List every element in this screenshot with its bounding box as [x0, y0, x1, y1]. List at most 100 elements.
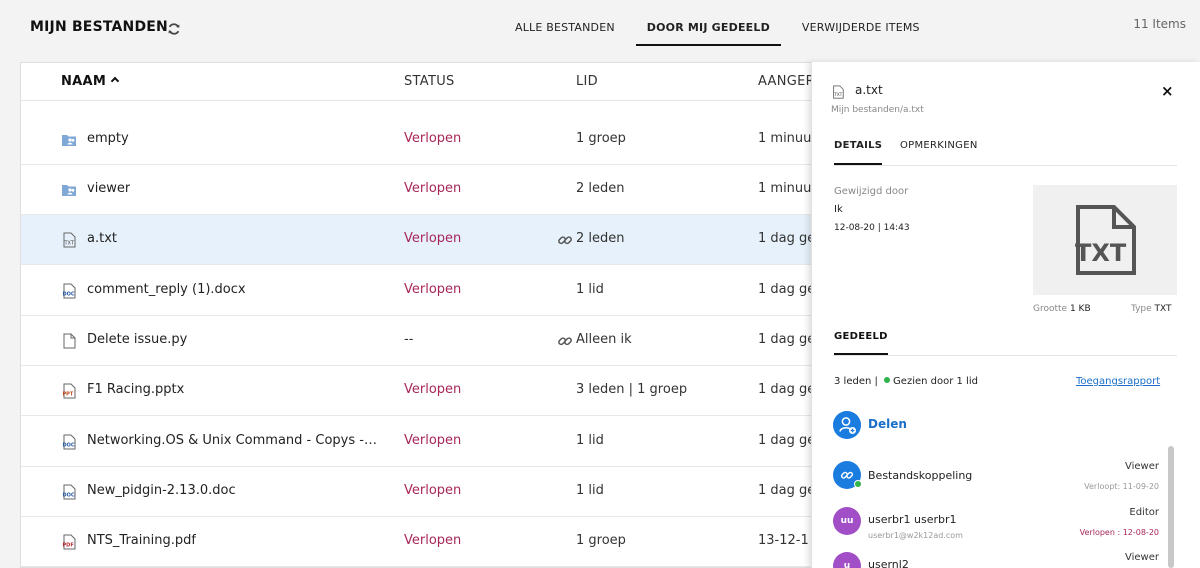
- panel-file-path: Mijn bestanden/a.txt: [831, 105, 924, 115]
- member-role[interactable]: Viewer: [1125, 552, 1159, 563]
- svg-text:DOC: DOC: [63, 493, 75, 499]
- file-name[interactable]: Delete issue.py: [87, 332, 187, 347]
- column-header-member[interactable]: LID: [576, 74, 598, 89]
- status-badge: Verlopen: [404, 433, 462, 448]
- status-badge: Verlopen: [404, 533, 462, 548]
- member-name: Bestandskoppeling: [868, 469, 973, 482]
- svg-text:PDF: PDF: [63, 543, 74, 549]
- table-row[interactable]: PDF NTS_Training.pdf Verlopen 1 groep 13…: [21, 517, 819, 567]
- created-date: 1 dag ge: [758, 282, 816, 297]
- add-user-icon[interactable]: [833, 411, 861, 439]
- member-count: 1 lid: [576, 483, 604, 498]
- details-panel: TXT a.txt Mijn bestanden/a.txt × DETAILS…: [811, 62, 1200, 568]
- created-date: 1 minuut: [758, 131, 817, 146]
- created-date: 1 dag ge: [758, 332, 816, 347]
- member-count: 1 groep: [576, 533, 626, 548]
- panel-file-name: a.txt: [855, 83, 883, 97]
- status-badge: --: [404, 332, 414, 347]
- status-badge: Verlopen: [404, 181, 462, 196]
- member-name: usernl2: [868, 558, 909, 568]
- table-row[interactable]: Delete issue.py -- Alleen ik 1 dag ge: [21, 316, 819, 366]
- svg-text:TXT: TXT: [833, 92, 843, 98]
- view-tabs: ALLE BESTANDEN DOOR MIJ GEDEELD VERWIJDE…: [500, 0, 931, 46]
- table-row[interactable]: DOC Networking.OS & Unix Command - Copys…: [21, 417, 819, 467]
- size-info: Grootte 1 KB: [1033, 304, 1091, 314]
- member-expiry: Verloopt: 11-09-20: [1084, 482, 1159, 491]
- svg-text:TXT: TXT: [1075, 239, 1127, 267]
- svg-text:TXT: TXT: [64, 241, 75, 247]
- file-name[interactable]: empty: [87, 131, 129, 146]
- members-summary: 3 leden | Gezien door 1 lid: [834, 376, 978, 387]
- column-header-created[interactable]: AANGER: [758, 74, 815, 89]
- table-row[interactable]: empty Verlopen 1 groep 1 minuut: [21, 115, 819, 165]
- file-preview: TXT: [1033, 185, 1177, 295]
- member-count: 2 leden: [576, 181, 625, 196]
- panel-scrollbar[interactable]: [1168, 446, 1174, 568]
- svg-text:DOC: DOC: [63, 443, 75, 449]
- table-row[interactable]: DOC New_pidgin-2.13.0.doc Verlopen 1 lid…: [21, 467, 819, 517]
- txt-file-icon: TXT: [63, 232, 76, 248]
- refresh-icon[interactable]: [167, 22, 181, 36]
- link-icon: [558, 337, 572, 346]
- txt-file-icon: TXT: [833, 85, 844, 99]
- table-header: NAAM STATUS LID AANGER: [21, 63, 819, 101]
- table-row-selected[interactable]: TXT a.txt Verlopen 2 leden 1 dag ge: [21, 215, 819, 265]
- member-item[interactable]: Bestandskoppeling Viewer Verloopt: 11-09…: [833, 461, 1159, 501]
- file-name[interactable]: NTS_Training.pdf: [87, 533, 196, 548]
- file-name[interactable]: New_pidgin-2.13.0.doc: [87, 483, 236, 498]
- file-name[interactable]: viewer: [87, 181, 130, 196]
- member-role[interactable]: Editor: [1129, 507, 1159, 518]
- file-table: NAAM STATUS LID AANGER empty Verlopen 1 …: [20, 62, 820, 568]
- member-expiry: Verlopen : 12-08-20: [1079, 528, 1159, 537]
- link-icon: [558, 236, 572, 245]
- items-count: 11 Items: [1133, 17, 1186, 31]
- shared-section-header: GEDEELD: [833, 330, 1177, 356]
- column-header-status[interactable]: STATUS: [404, 74, 455, 89]
- tab-deleted-items[interactable]: VERWIJDERDE ITEMS: [791, 0, 931, 46]
- member-item[interactable]: uu userbr1 userbr1 userbr1@w2k12ad.com E…: [833, 507, 1159, 547]
- tab-shared-by-me[interactable]: DOOR MIJ GEDEELD: [635, 0, 782, 46]
- shared-title: GEDEELD: [834, 331, 888, 355]
- doc-file-icon: DOC: [63, 484, 76, 500]
- online-dot-icon: [884, 377, 891, 383]
- created-date: 13-12-1: [758, 533, 809, 548]
- created-date: 1 dag ge: [758, 433, 816, 448]
- ppt-file-icon: PPT: [63, 383, 76, 399]
- page-title: MIJN BESTANDEN: [30, 19, 168, 35]
- table-row[interactable]: PPT F1 Racing.pptx Verlopen 3 leden | 1 …: [21, 366, 819, 416]
- status-badge: Verlopen: [404, 282, 462, 297]
- file-name[interactable]: comment_reply (1).docx: [87, 282, 246, 297]
- online-status-icon: [854, 480, 862, 488]
- panel-tabs: DETAILS OPMERKINGEN: [833, 138, 1177, 166]
- column-header-name[interactable]: NAAM: [61, 74, 120, 89]
- member-count: 1 groep: [576, 131, 626, 146]
- txt-preview-icon: TXT: [1075, 205, 1136, 275]
- doc-file-icon: DOC: [63, 434, 76, 450]
- status-badge: Verlopen: [404, 483, 462, 498]
- close-icon[interactable]: ×: [1161, 82, 1174, 100]
- modified-by-value: Ik: [834, 204, 843, 215]
- type-info: Type TXT: [1131, 304, 1172, 314]
- avatar: uu: [833, 507, 861, 535]
- file-name[interactable]: a.txt: [87, 231, 117, 246]
- member-name: userbr1 userbr1: [868, 513, 957, 526]
- tab-comments[interactable]: OPMERKINGEN: [900, 140, 978, 151]
- file-name[interactable]: Networking.OS & Unix Command - Copys - .…: [87, 433, 377, 448]
- tab-all-files[interactable]: ALLE BESTANDEN: [504, 0, 626, 46]
- member-role[interactable]: Viewer: [1125, 461, 1159, 472]
- access-report-link[interactable]: Toegangsrapport: [1076, 376, 1160, 387]
- table-row[interactable]: viewer Verlopen 2 leden 1 minuut: [21, 165, 819, 215]
- member-item[interactable]: u usernl2 Viewer: [833, 552, 1159, 568]
- pdf-file-icon: PDF: [63, 534, 76, 550]
- file-icon: [63, 333, 76, 349]
- top-bar: MIJN BESTANDEN ALLE BESTANDEN DOOR MIJ G…: [0, 0, 1200, 62]
- status-badge: Verlopen: [404, 382, 462, 397]
- member-count: 1 lid: [576, 433, 604, 448]
- table-row[interactable]: DOC comment_reply (1).docx Verlopen 1 li…: [21, 266, 819, 316]
- member-count: Alleen ik: [576, 332, 632, 347]
- status-badge: Verlopen: [404, 231, 462, 246]
- member-count: 2 leden: [576, 231, 625, 246]
- file-name[interactable]: F1 Racing.pptx: [87, 382, 184, 397]
- tab-details[interactable]: DETAILS: [834, 140, 883, 165]
- share-button[interactable]: Delen: [868, 417, 907, 431]
